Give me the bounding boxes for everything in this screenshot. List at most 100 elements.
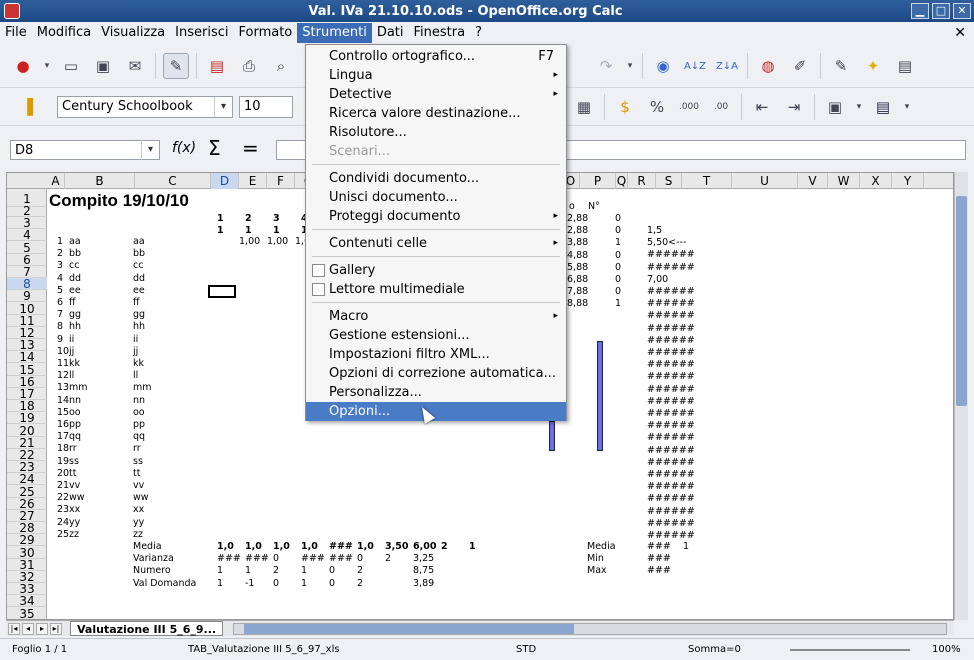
row-header-30[interactable]: 30 bbox=[7, 547, 47, 559]
first-sheet-icon[interactable]: |◂ bbox=[8, 622, 20, 635]
row-header-16[interactable]: 16 bbox=[7, 376, 47, 388]
column-header-v[interactable]: V bbox=[798, 173, 828, 189]
sheet-tab[interactable]: Valutazione III 5_6_9... bbox=[70, 621, 224, 636]
menu-item-gallery[interactable]: Gallery bbox=[306, 261, 566, 280]
row-header-7[interactable]: 7 bbox=[7, 266, 47, 278]
menu-item-impostazioni-filtro-xml[interactable]: Impostazioni filtro XML... bbox=[306, 345, 566, 364]
column-header-c[interactable]: C bbox=[135, 173, 211, 189]
menu-item-condividi-documento[interactable]: Condividi documento... bbox=[306, 169, 566, 188]
navigator-icon[interactable]: ✎ bbox=[828, 53, 854, 79]
new-dropdown-icon[interactable]: ▾ bbox=[42, 53, 52, 79]
column-header-y[interactable]: Y bbox=[892, 173, 924, 189]
menu-strumenti[interactable]: Strumenti bbox=[297, 23, 372, 43]
insert-chart-icon[interactable]: ◍ bbox=[755, 53, 781, 79]
row-header-11[interactable]: 11 bbox=[7, 315, 47, 327]
menu-item-controllo-ortografico[interactable]: Controllo ortografico... F7 bbox=[306, 47, 566, 66]
menu-item-opzioni[interactable]: Opzioni... bbox=[306, 402, 566, 421]
decrease-indent-icon[interactable]: ⇤ bbox=[749, 94, 775, 120]
row-header-23[interactable]: 23 bbox=[7, 461, 47, 474]
row-header-18[interactable]: 18 bbox=[7, 400, 47, 413]
new-document-icon[interactable]: ● bbox=[10, 53, 36, 79]
menu-dati[interactable]: Dati bbox=[372, 23, 409, 43]
font-name-select[interactable]: Century Schoolbook ▾ bbox=[57, 95, 233, 118]
menu-help[interactable]: ? bbox=[470, 23, 487, 43]
merge-cells-icon[interactable]: ▦ bbox=[571, 94, 597, 120]
name-box[interactable]: D8 ▾ bbox=[10, 140, 160, 160]
menu-item-contenuti-celle[interactable]: Contenuti celle ▸ bbox=[306, 234, 566, 253]
menu-item-macro[interactable]: Macro ▸ bbox=[306, 307, 566, 326]
column-header-p[interactable]: P bbox=[580, 173, 616, 189]
increase-indent-icon[interactable]: ⇥ bbox=[781, 94, 807, 120]
menu-item-risolutore[interactable]: Risolutore... bbox=[306, 123, 566, 142]
column-header-a[interactable]: A bbox=[47, 173, 65, 189]
row-header-6[interactable]: 6 bbox=[7, 254, 47, 266]
row-header-12[interactable]: 12 bbox=[7, 327, 47, 339]
row-header-10[interactable]: 10 bbox=[7, 303, 47, 315]
hyperlink-icon[interactable]: ◉ bbox=[650, 53, 676, 79]
menu-item-scenari[interactable]: Scenari... bbox=[306, 142, 566, 161]
column-header-t[interactable]: T bbox=[682, 173, 732, 189]
column-header-w[interactable]: W bbox=[828, 173, 860, 189]
sum-icon[interactable]: Σ bbox=[208, 136, 221, 160]
scroll-thumb[interactable] bbox=[956, 196, 967, 406]
row-header-22[interactable]: 22 bbox=[7, 449, 47, 461]
row-header-19[interactable]: 19 bbox=[7, 412, 47, 425]
column-header-e[interactable]: E bbox=[239, 173, 267, 189]
column-header-u[interactable]: U bbox=[732, 173, 798, 189]
row-header-2[interactable]: 2 bbox=[7, 205, 47, 217]
menu-item-opzioni-di-correzione-automatica[interactable]: Opzioni di correzione automatica... bbox=[306, 364, 566, 383]
background-color-icon[interactable]: ▤ bbox=[870, 94, 896, 120]
menu-item-personalizza[interactable]: Personalizza... bbox=[306, 383, 566, 402]
open-icon[interactable]: ▭ bbox=[58, 53, 84, 79]
row-header-17[interactable]: 17 bbox=[7, 388, 47, 400]
close-document-icon[interactable]: ✕ bbox=[954, 25, 966, 41]
next-sheet-icon[interactable]: ▸ bbox=[36, 622, 48, 635]
row-header-14[interactable]: 14 bbox=[7, 351, 47, 364]
print-preview-icon[interactable]: ⌕ bbox=[268, 53, 294, 79]
row-header-3[interactable]: 3 bbox=[7, 217, 47, 230]
maximize-icon[interactable]: □ bbox=[932, 3, 950, 19]
horizontal-scrollbar[interactable] bbox=[233, 622, 948, 635]
background-dropdown-icon[interactable]: ▾ bbox=[902, 94, 912, 120]
column-header-r[interactable]: R bbox=[628, 173, 656, 189]
percent-format-icon[interactable]: % bbox=[644, 94, 670, 120]
row-header-9[interactable]: 9 bbox=[7, 290, 47, 303]
row-header-8[interactable]: 8 bbox=[7, 278, 47, 291]
row-header-32[interactable]: 32 bbox=[7, 571, 47, 583]
column-header-x[interactable]: X bbox=[860, 173, 892, 189]
row-header-34[interactable]: 34 bbox=[7, 595, 47, 608]
menu-formato[interactable]: Formato bbox=[234, 23, 298, 43]
menu-item-lettore-multimediale[interactable]: Lettore multimediale bbox=[306, 280, 566, 299]
menu-finestra[interactable]: Finestra bbox=[409, 23, 471, 43]
export-pdf-icon[interactable]: ▤ bbox=[204, 53, 230, 79]
edit-mode-icon[interactable]: ✎ bbox=[163, 52, 189, 79]
font-size-select[interactable]: 10 bbox=[239, 95, 293, 118]
menu-visualizza[interactable]: Visualizza bbox=[96, 23, 170, 43]
row-header-25[interactable]: 25 bbox=[7, 486, 47, 498]
row-header-20[interactable]: 20 bbox=[7, 425, 47, 437]
minimize-icon[interactable]: ▁ bbox=[911, 3, 929, 19]
sort-ascending-icon[interactable]: A↓Z bbox=[682, 53, 708, 79]
redo-icon[interactable]: ↷ bbox=[593, 53, 619, 79]
vertical-scrollbar[interactable] bbox=[954, 172, 968, 620]
row-header-28[interactable]: 28 bbox=[7, 522, 47, 535]
function-wizard-icon[interactable]: f(x) bbox=[172, 140, 196, 156]
gallery-star-icon[interactable]: ✦ bbox=[860, 53, 886, 79]
row-header-13[interactable]: 13 bbox=[7, 339, 47, 352]
column-header-q[interactable]: Q bbox=[616, 173, 628, 189]
menu-item-gestione-estensioni[interactable]: Gestione estensioni... bbox=[306, 326, 566, 345]
row-header-29[interactable]: 29 bbox=[7, 534, 47, 547]
borders-icon[interactable]: ▣ bbox=[822, 94, 848, 120]
redo-dropdown-icon[interactable]: ▾ bbox=[625, 53, 635, 79]
row-header-27[interactable]: 27 bbox=[7, 510, 47, 522]
add-decimal-icon[interactable]: .000 bbox=[676, 94, 702, 120]
styles-icon[interactable]: ▌ bbox=[20, 94, 46, 120]
row-header-26[interactable]: 26 bbox=[7, 498, 47, 510]
row-header-21[interactable]: 21 bbox=[7, 437, 47, 449]
borders-dropdown-icon[interactable]: ▾ bbox=[854, 94, 864, 120]
currency-format-icon[interactable]: $ bbox=[612, 94, 638, 120]
last-sheet-icon[interactable]: ▸| bbox=[50, 622, 62, 635]
row-header-33[interactable]: 33 bbox=[7, 583, 47, 596]
menu-item-unisci-documento[interactable]: Unisci documento... bbox=[306, 188, 566, 207]
row-header-35[interactable]: 35 bbox=[7, 608, 47, 619]
